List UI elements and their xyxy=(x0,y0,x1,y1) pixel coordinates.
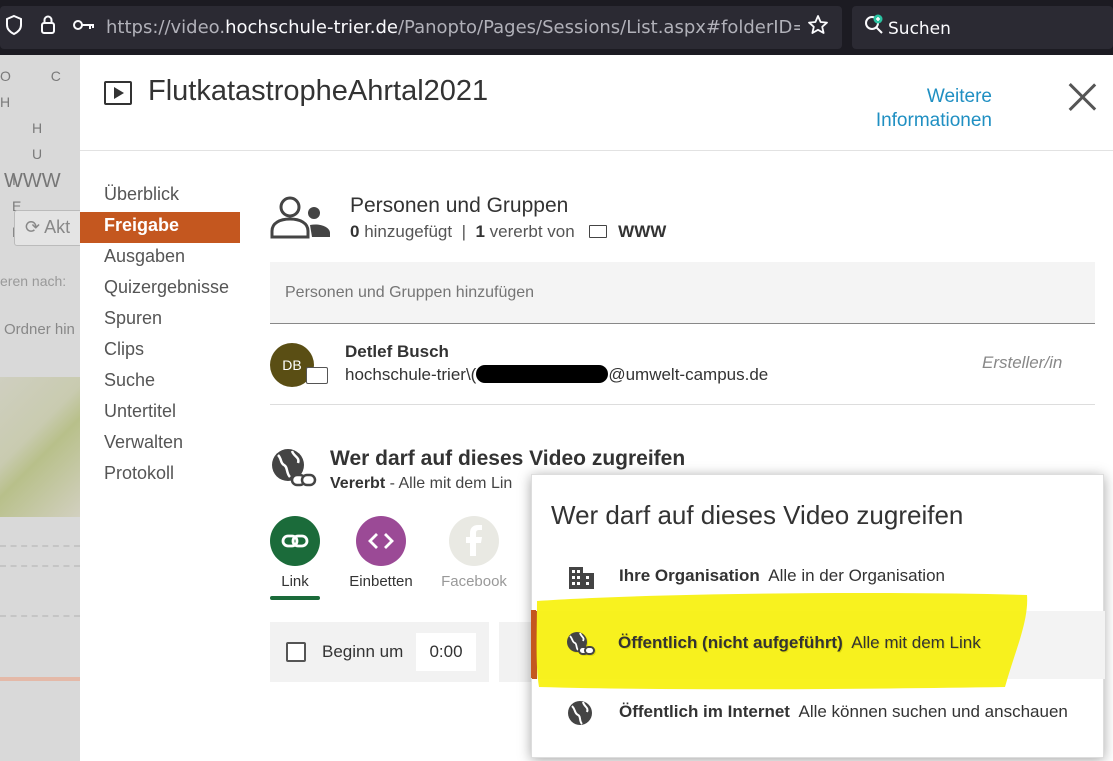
option-organization[interactable]: Ihre Organisation Alle in der Organisati… xyxy=(532,543,1105,611)
nav-item-outputs[interactable]: Ausgaben xyxy=(80,243,240,274)
start-time-input[interactable] xyxy=(416,633,476,671)
people-groups-summary: 0 hinzugefügt | 1 vererbt von WWW xyxy=(350,222,667,241)
nav-item-quiz-results[interactable]: Quizergebnisse xyxy=(80,274,240,305)
more-info-link[interactable]: Weitere Informationen xyxy=(840,85,992,133)
url-text[interactable]: https://video.hochschule-trier.de/Panopt… xyxy=(106,17,800,38)
globe-link-icon xyxy=(568,633,596,656)
start-time-checkbox[interactable] xyxy=(286,642,306,662)
selected-indicator xyxy=(532,611,537,679)
refresh-button: ⟳ Akt xyxy=(14,210,80,246)
key-icon[interactable] xyxy=(72,14,96,38)
people-icon xyxy=(270,196,330,239)
nav-item-captions[interactable]: Untertitel xyxy=(80,398,240,429)
nav-item-streams[interactable]: Spuren xyxy=(80,305,240,336)
globe-icon xyxy=(568,701,592,725)
background-page: O C H H U I E R WWW ⟳ Akt eren nach: Ord… xyxy=(0,55,80,761)
redaction-mark xyxy=(476,365,609,383)
modal-header: FlutkatastropheAhrtal2021 Weitere Inform… xyxy=(80,55,1113,151)
access-status: Vererbt - Alle mit dem Lin xyxy=(330,475,513,492)
user-row: DB Detlef Busch hochschule-trier\(@umwel… xyxy=(270,325,1095,405)
close-icon[interactable] xyxy=(1066,81,1098,113)
facebook-icon xyxy=(449,516,499,566)
user-name: Detlef Busch xyxy=(345,342,449,361)
search-icon xyxy=(862,14,886,38)
building-icon xyxy=(569,567,594,589)
sort-label: eren nach: xyxy=(0,273,67,289)
shield-icon[interactable] xyxy=(2,14,26,38)
folder-icon xyxy=(306,367,328,384)
search-label: Suchen xyxy=(888,19,951,39)
globe-link-icon xyxy=(272,449,317,487)
people-groups-title: Personen und Gruppen xyxy=(350,194,569,217)
folder-name: WWW xyxy=(4,170,61,192)
side-nav: Überblick Freigabe Ausgaben Quizergebnis… xyxy=(80,181,240,491)
user-email: hochschule-trier\(@umwelt-campus.de xyxy=(345,365,769,384)
modal-title: FlutkatastropheAhrtal2021 xyxy=(148,75,489,107)
divider xyxy=(0,565,80,567)
inherited-folder-link[interactable]: WWW xyxy=(618,222,666,241)
nav-item-log[interactable]: Protokoll xyxy=(80,460,240,491)
link-icon xyxy=(270,516,320,566)
folder-icon xyxy=(589,225,608,238)
code-icon xyxy=(356,516,406,566)
user-role: Ersteller/in xyxy=(982,353,1063,372)
nav-item-clips[interactable]: Clips xyxy=(80,336,240,367)
refresh-icon: ⟳ xyxy=(25,217,45,237)
lock-icon[interactable] xyxy=(36,14,60,38)
nav-item-share[interactable]: Freigabe xyxy=(80,212,240,243)
progress-line xyxy=(0,677,80,681)
add-people-input[interactable] xyxy=(270,262,1095,324)
start-time-label: Beginn um xyxy=(322,642,404,661)
nav-item-overview[interactable]: Überblick xyxy=(80,181,240,212)
share-facebook-button[interactable]: Facebook xyxy=(434,516,514,590)
star-icon[interactable] xyxy=(806,14,830,38)
nav-item-search[interactable]: Suche xyxy=(80,367,240,398)
divider xyxy=(0,615,80,617)
divider xyxy=(0,545,80,547)
play-icon xyxy=(104,81,132,105)
nav-item-manage[interactable]: Verwalten xyxy=(80,429,240,460)
start-time-box: Beginn um xyxy=(270,622,489,682)
video-thumbnail xyxy=(0,377,80,517)
access-dropdown: Wer darf auf dieses Video zugreifen Ihre… xyxy=(531,474,1105,758)
browser-toolbar: https://video.hochschule-trier.de/Panopt… xyxy=(0,0,1113,55)
active-tab-underline xyxy=(270,596,320,600)
dropdown-title: Wer darf auf dieses Video zugreifen xyxy=(551,500,964,530)
share-embed-button[interactable]: Einbetten xyxy=(341,516,421,590)
option-public-unlisted[interactable]: Öffentlich (nicht aufgeführt) Alle mit d… xyxy=(532,611,1105,679)
folder-hint: Ordner hin xyxy=(4,321,75,338)
share-link-button[interactable]: Link xyxy=(255,516,335,600)
access-title: Wer darf auf dieses Video zugreifen xyxy=(330,447,686,470)
option-public-internet[interactable]: Öffentlich im Internet Alle können suche… xyxy=(532,679,1105,747)
